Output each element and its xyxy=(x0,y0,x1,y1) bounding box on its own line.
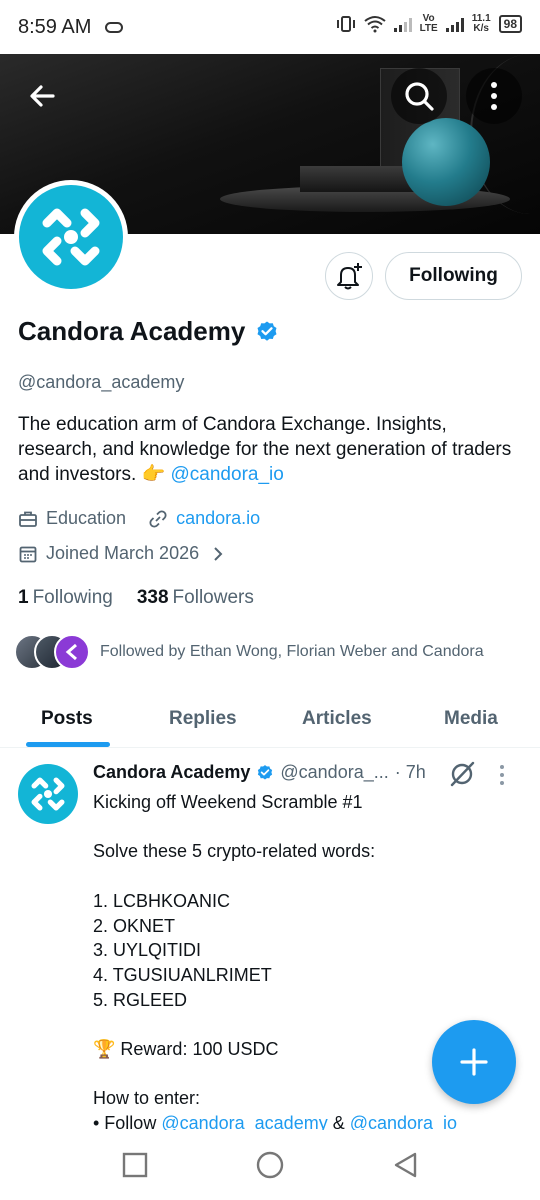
vibrate-icon xyxy=(336,16,355,32)
followed-by-text: Followed by Ethan Wong, Florian Weber an… xyxy=(100,643,484,660)
back-button[interactable] xyxy=(14,68,70,124)
candora-logo-icon xyxy=(42,208,100,266)
status-indicators: Vo LTE 11.1 K/s 98 xyxy=(336,14,522,34)
back-nav-icon[interactable] xyxy=(390,1150,420,1180)
signal-2-icon xyxy=(445,16,464,32)
system-navigation-bar xyxy=(0,1130,540,1200)
post-timestamp: · 7h xyxy=(394,762,426,782)
profile-joined: Joined March 2026 xyxy=(46,543,200,563)
profile-joined-row[interactable]: Joined March 2026 xyxy=(18,543,225,564)
briefcase-icon xyxy=(19,511,37,527)
chevron-right-icon xyxy=(214,546,223,561)
calendar-icon xyxy=(19,546,37,562)
post-author-avatar[interactable] xyxy=(18,764,78,824)
profile-handle: @candora_academy xyxy=(18,372,185,392)
verified-badge-icon xyxy=(258,764,273,780)
more-vertical-icon xyxy=(491,82,497,110)
tab-media[interactable]: Media xyxy=(444,690,498,748)
profile-avatar[interactable] xyxy=(14,180,128,294)
follower-avatar xyxy=(54,634,90,670)
tab-replies[interactable]: Replies xyxy=(169,690,237,748)
search-button[interactable] xyxy=(391,68,447,124)
post-more-icon[interactable] xyxy=(498,764,506,786)
following-button[interactable]: Following xyxy=(385,252,522,300)
arrow-left-icon xyxy=(30,85,55,107)
recent-apps-icon[interactable] xyxy=(120,1150,150,1180)
compose-post-button[interactable] xyxy=(432,1020,516,1104)
profile-name: Candora Academy xyxy=(18,316,246,346)
plus-icon xyxy=(460,1048,488,1076)
followers-count-link[interactable]: 338 Followers xyxy=(137,587,254,609)
bio-mention-link[interactable]: @candora_io xyxy=(171,464,284,485)
post-header: Candora Academy @candora_... · 7h xyxy=(93,762,426,783)
profile-name-row: Candora Academy xyxy=(18,316,279,347)
followed-by-row[interactable]: Followed by Ethan Wong, Florian Weber an… xyxy=(14,634,484,670)
follow-counts: 1 Following 338 Followers xyxy=(18,587,254,609)
home-icon[interactable] xyxy=(255,1150,285,1180)
more-options-button[interactable] xyxy=(466,68,522,124)
profile-meta-row: Education candora.io xyxy=(18,508,260,529)
post-author-name[interactable]: Candora Academy xyxy=(93,762,250,783)
signal-1-icon xyxy=(393,16,412,32)
profile-bio: The education arm of Candora Exchange. I… xyxy=(18,414,512,485)
notifications-bell-button[interactable] xyxy=(325,252,373,300)
status-bar: 8:59 AM Vo LTE 11.1 K/s 98 xyxy=(0,0,540,54)
profile-tabs: Posts Replies Articles Media xyxy=(0,690,540,748)
following-count-link[interactable]: 1 Following xyxy=(18,587,113,609)
tab-articles[interactable]: Articles xyxy=(302,690,372,748)
volte-indicator: Vo LTE xyxy=(419,13,438,34)
net-speed: 11.1 K/s xyxy=(471,13,491,34)
gamepad-icon xyxy=(105,21,124,33)
link-icon xyxy=(149,509,167,528)
tab-posts[interactable]: Posts xyxy=(41,690,93,748)
search-icon xyxy=(405,82,434,111)
candora-mini-logo-icon xyxy=(65,643,77,661)
status-time: 8:59 AM xyxy=(18,15,92,38)
post-author-handle: @candora_... xyxy=(280,762,389,782)
profile-website-link[interactable]: candora.io xyxy=(176,508,260,529)
profile-category: Education xyxy=(46,508,127,528)
active-tab-indicator xyxy=(26,742,110,747)
wifi-icon xyxy=(363,16,386,33)
candora-logo-icon xyxy=(31,777,65,811)
bell-plus-icon xyxy=(337,263,362,290)
verified-badge-icon[interactable] xyxy=(255,320,279,344)
battery-icon: 98 xyxy=(498,15,522,33)
grok-icon[interactable] xyxy=(448,760,476,788)
